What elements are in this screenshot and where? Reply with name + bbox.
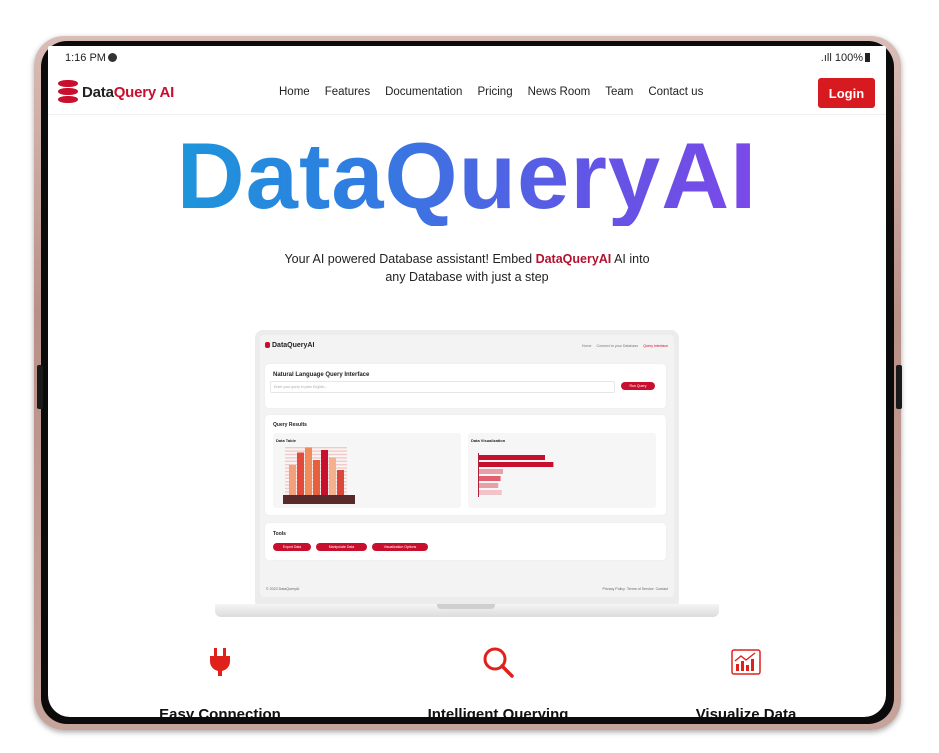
table-bar xyxy=(337,470,344,495)
viz-axis xyxy=(478,453,479,497)
hero-subtitle: Your AI powered Database assistant! Embe… xyxy=(284,252,650,284)
mockup-tools-card: Tools Export Data Manipulate Data Visual… xyxy=(265,523,666,560)
feature-visualize-data: Visualize Data xyxy=(626,642,866,717)
brand-logo[interactable]: DataQuery AI xyxy=(58,80,174,104)
viz-bar xyxy=(479,476,501,481)
laptop-mockup: DataQueryAI Home Connect to your Databas… xyxy=(255,330,679,604)
mockup-nav: Home Connect to your Database Query Inte… xyxy=(578,344,668,348)
laptop-notch xyxy=(437,604,495,609)
hero-title: DataQueryAI xyxy=(48,126,886,226)
nav-link-documentation[interactable]: Documentation xyxy=(385,86,462,98)
mockup-footer-links: Privacy Policy Terms of Service Contact xyxy=(602,587,668,591)
table-row-line xyxy=(285,450,347,452)
mockup-viz-chart xyxy=(478,453,554,497)
mockup-query-input: Enter your query in plain English... xyxy=(270,381,615,393)
viz-bar xyxy=(479,469,503,474)
feature-easy-connection: Easy Connection xyxy=(100,642,340,717)
signal-icon: .ıll xyxy=(820,52,832,64)
subtitle-brand: DataQueryAI xyxy=(535,252,612,266)
feature-title: Intelligent Querying xyxy=(427,706,569,717)
table-row-line xyxy=(285,447,347,449)
device-side-button-right xyxy=(896,365,902,409)
table-row-line xyxy=(285,457,347,459)
spotify-icon xyxy=(107,53,117,62)
mockup-run-button: Run Query xyxy=(621,382,655,390)
nav-link-pricing[interactable]: Pricing xyxy=(477,86,512,98)
search-icon xyxy=(378,642,618,682)
device-side-button-left xyxy=(37,365,43,409)
table-bar xyxy=(313,460,320,495)
nav-link-news-room[interactable]: News Room xyxy=(528,86,591,98)
mockup-results-title: Query Results xyxy=(273,422,307,428)
battery-icon xyxy=(865,53,870,62)
nav-link-home[interactable]: Home xyxy=(279,86,310,98)
table-bar xyxy=(329,457,336,495)
top-navigation: DataQuery AI Home Features Documentation… xyxy=(48,70,886,115)
feature-title: Easy Connection xyxy=(159,706,281,717)
feature-title: Visualize Data xyxy=(695,706,797,717)
mockup-export-button: Export Data xyxy=(273,543,311,551)
table-bar xyxy=(321,450,328,495)
mockup-viz-options-button: Visualization Options xyxy=(372,543,428,551)
nav-link-contact[interactable]: Contact us xyxy=(648,86,703,98)
mockup-table-chart xyxy=(283,447,355,504)
status-bar: 1:16 PM .ıll 100% xyxy=(48,46,886,70)
mockup-results-card: Query Results Data Table Data Visualizat… xyxy=(265,415,666,515)
brand-name: DataQuery AI xyxy=(82,83,175,101)
mockup-nav-connect: Connect to your Database xyxy=(596,344,639,348)
app-screen: 1:16 PM .ıll 100% DataQuery AI Home Feat… xyxy=(48,46,886,717)
mockup-nav-query: Query Interface xyxy=(643,344,668,348)
nav-links: Home Features Documentation Pricing News… xyxy=(279,86,718,98)
viz-bar xyxy=(479,483,499,488)
mockup-db-icon xyxy=(265,342,270,348)
mockup-query-card: Natural Language Query Interface Enter y… xyxy=(265,364,666,408)
laptop-base xyxy=(215,604,719,617)
mockup-tools-title: Tools xyxy=(273,531,286,537)
table-bar xyxy=(297,452,304,495)
nav-link-features[interactable]: Features xyxy=(325,86,370,98)
mockup-nav-home: Home xyxy=(581,344,592,348)
plug-icon xyxy=(100,642,340,682)
nav-link-team[interactable]: Team xyxy=(605,86,633,98)
mockup-brand: DataQueryAI xyxy=(265,342,314,349)
battery-level: 100% xyxy=(834,52,863,64)
login-button[interactable]: Login xyxy=(818,78,875,108)
feature-intelligent-querying: Intelligent Querying xyxy=(378,642,618,717)
database-icon xyxy=(58,80,78,104)
table-base xyxy=(283,495,355,504)
table-bar xyxy=(289,465,296,495)
table-bar xyxy=(305,447,312,495)
viz-bar xyxy=(479,462,554,467)
status-right: .ıll 100% xyxy=(821,52,870,64)
mockup-table-panel: Data Table xyxy=(273,433,461,508)
table-row-line xyxy=(285,453,347,456)
mockup-manipulate-button: Manipulate Data xyxy=(316,543,367,551)
mockup-viz-panel: Data Visualization xyxy=(468,433,656,508)
viz-bar xyxy=(479,490,502,495)
status-time: 1:16 PM xyxy=(65,52,117,64)
mockup-nli-title: Natural Language Query Interface xyxy=(273,372,370,378)
viz-bar xyxy=(479,455,545,460)
mockup-footer-copy: © 2023 DataQueryAI xyxy=(266,587,300,591)
mockup-screen: DataQueryAI Home Connect to your Databas… xyxy=(260,335,674,597)
chart-icon xyxy=(626,642,866,682)
